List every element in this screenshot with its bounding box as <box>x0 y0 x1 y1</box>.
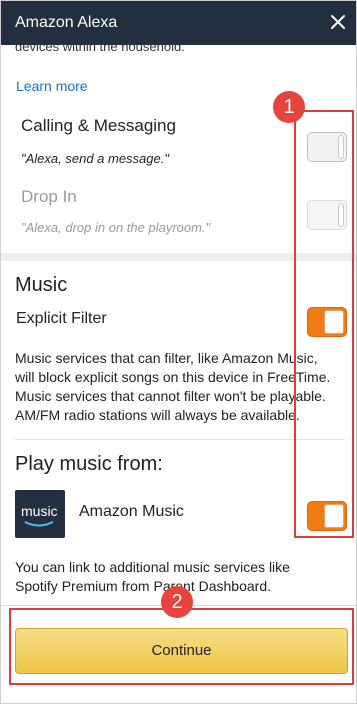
scrolled-text: devices within the household. <box>15 39 185 51</box>
amazon-music-logo-icon: music <box>15 490 65 538</box>
app-screen: Amazon Alexa devices within the househol… <box>0 0 357 704</box>
callout-box-continue <box>9 608 354 685</box>
explicit-filter-label: Explicit Filter <box>16 310 107 327</box>
window-title: Amazon Alexa <box>15 14 118 31</box>
play-music-from-title: Play music from: <box>15 453 163 475</box>
learn-more-link[interactable]: Learn more <box>16 78 88 94</box>
drop-in-title: Drop In <box>21 187 77 206</box>
calling-messaging-title: Calling & Messaging <box>21 116 176 135</box>
calling-messaging-example: "Alexa, send a message." <box>21 151 169 166</box>
link-text-line: You can link to additional music service… <box>15 559 290 575</box>
music-section-title: Music <box>15 274 68 296</box>
music-logo-text: music <box>21 503 58 519</box>
close-icon[interactable] <box>326 10 350 34</box>
amazon-music-label: Amazon Music <box>79 503 184 520</box>
callout-box-toggles <box>294 110 354 538</box>
annotation-badge-1: 1 <box>273 91 305 123</box>
drop-in-example: "Alexa, drop in on the playroom." <box>21 220 211 235</box>
annotation-badge-2: 2 <box>161 586 193 618</box>
